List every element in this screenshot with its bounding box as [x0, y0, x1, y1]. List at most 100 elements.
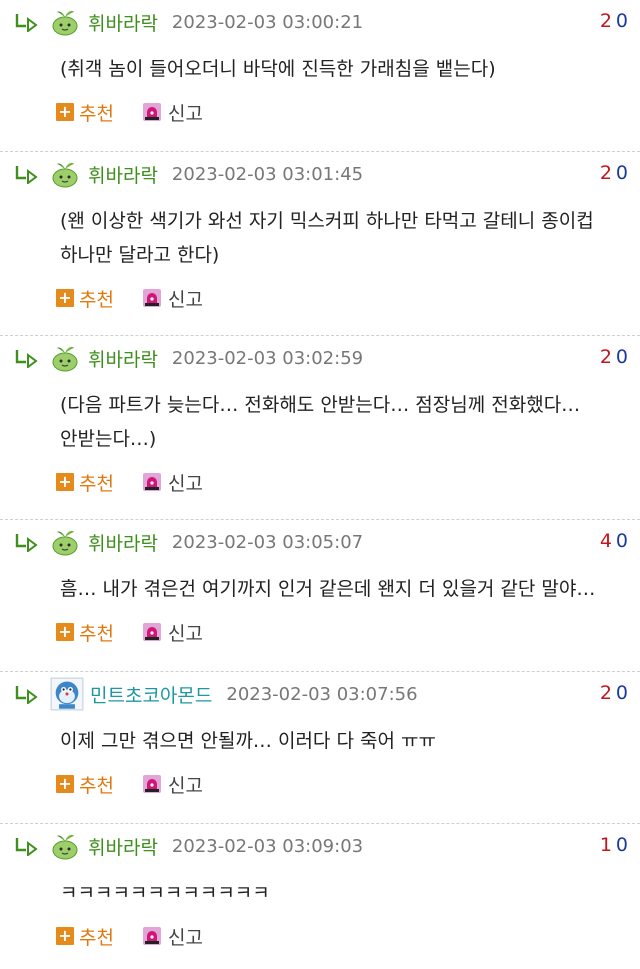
comment-username[interactable]: 휘바라락 — [88, 9, 158, 36]
comment-actions: + 추천 신고 — [14, 456, 640, 508]
comment-header: 휘바라락 2023-02-03 03:00:21 20 — [14, 0, 640, 44]
comment-text: (취객 놈이 들어오더니 바닥에 진득한 가래침을 뱉는다) — [60, 58, 496, 80]
upvote-count: 2 — [599, 10, 612, 32]
report-label: 신고 — [167, 472, 203, 495]
plus-icon: + — [56, 473, 74, 491]
report-label: 신고 — [167, 288, 203, 311]
recommend-label: 추천 — [79, 926, 114, 949]
reply-arrow-icon — [15, 686, 38, 704]
comment-username[interactable]: 휘바라락 — [88, 529, 158, 556]
comment-text: ㅋㅋㅋㅋㅋㅋㅋㅋㅋㅋㅋㅋ — [60, 882, 270, 904]
report-button[interactable]: 신고 — [142, 923, 203, 950]
comment-timestamp: 2023-02-03 03:07:56 — [226, 683, 418, 705]
comment-item: 휘바라락 2023-02-03 03:02:59 20 (다음 파트가 늦는다…… — [0, 336, 640, 520]
recommend-button[interactable]: + 추천 — [56, 771, 114, 798]
comment-header: 휘바라락 2023-02-03 03:09:03 10 — [14, 824, 640, 868]
vote-count: 20 — [600, 162, 628, 184]
comment-header: 민트초코아몬드 2023-02-03 03:07:56 20 — [14, 672, 640, 716]
comment-username[interactable]: 민트초코아몬드 — [90, 681, 212, 708]
comment-header: 휘바라락 2023-02-03 03:05:07 40 — [14, 520, 640, 564]
siren-icon — [142, 473, 161, 491]
plus-icon: + — [56, 289, 74, 307]
comment-header: 휘바라락 2023-02-03 03:01:45 20 — [14, 152, 640, 196]
blue-robot-avatar-icon — [50, 677, 84, 711]
comment-actions: + 추천 신고 — [14, 758, 640, 810]
report-label: 신고 — [167, 102, 203, 125]
plus-icon: + — [56, 927, 74, 945]
comment-actions: + 추천 신고 — [14, 606, 640, 658]
siren-icon — [142, 927, 161, 945]
upvote-count: 4 — [599, 530, 612, 552]
downvote-count: 0 — [615, 834, 628, 856]
siren-icon — [142, 103, 161, 121]
comment-actions: + 추천 신고 — [14, 272, 640, 324]
recommend-label: 추천 — [79, 472, 114, 495]
downvote-count: 0 — [615, 346, 628, 368]
comment-timestamp: 2023-02-03 03:01:45 — [171, 163, 364, 185]
downvote-count: 0 — [615, 682, 628, 704]
downvote-count: 0 — [615, 162, 628, 184]
vote-count: 40 — [600, 530, 628, 552]
comment-text: (다음 파트가 늦는다… 전화해도 안받는다… 점장님께 전화했다… 안받는다…… — [60, 394, 581, 450]
reply-arrow-icon — [15, 14, 38, 32]
comment-timestamp: 2023-02-03 03:09:03 — [171, 835, 364, 857]
recommend-button[interactable]: + 추천 — [56, 619, 114, 646]
recommend-label: 추천 — [79, 288, 114, 311]
reply-arrow-icon — [15, 166, 38, 184]
recommend-button[interactable]: + 추천 — [56, 285, 114, 312]
siren-icon — [142, 289, 161, 307]
comment-timestamp: 2023-02-03 03:05:07 — [171, 531, 364, 553]
plus-icon: + — [56, 775, 74, 793]
comment-item: 휘바라락 2023-02-03 03:01:45 20 (왠 이상한 색기가 와… — [0, 152, 640, 336]
comment-text: 흠… 내가 겪은건 여기까지 인거 같은데 왠지 더 있을거 같단 말야… — [60, 578, 596, 600]
reply-arrow-icon — [15, 350, 38, 368]
recommend-button[interactable]: + 추천 — [56, 469, 114, 496]
report-button[interactable]: 신고 — [142, 619, 203, 646]
vote-count: 10 — [600, 834, 628, 856]
comment-item: 휘바라락 2023-02-03 03:05:07 40 흠… 내가 겪은건 여기… — [0, 520, 640, 672]
report-button[interactable]: 신고 — [142, 469, 203, 496]
comment-text: 이제 그만 겪으면 안될까… 이러다 다 죽어 ㅠㅠ — [60, 730, 436, 752]
vote-count: 20 — [600, 10, 628, 32]
comment-username[interactable]: 휘바라락 — [88, 833, 158, 860]
plus-icon: + — [56, 103, 74, 121]
upvote-count: 1 — [599, 834, 612, 856]
recommend-label: 추천 — [79, 774, 114, 797]
comment-item: 휘바라락 2023-02-03 03:00:21 20 (취객 놈이 들어오더니… — [0, 0, 640, 152]
recommend-label: 추천 — [79, 622, 114, 645]
recommend-label: 추천 — [79, 102, 114, 125]
green-leaf-mascot-icon — [52, 10, 78, 36]
green-leaf-mascot-icon — [52, 530, 78, 556]
recommend-button[interactable]: + 추천 — [56, 923, 114, 950]
comment-actions: + 추천 신고 — [14, 86, 640, 138]
comment-text: (왠 이상한 색기가 와선 자기 믹스커피 하나만 타먹고 갈테니 종이컵 하나… — [60, 210, 594, 266]
comment-item: 민트초코아몬드 2023-02-03 03:07:56 20 이제 그만 겪으면… — [0, 672, 640, 824]
plus-icon: + — [56, 623, 74, 641]
report-button[interactable]: 신고 — [142, 285, 203, 312]
report-button[interactable]: 신고 — [142, 771, 203, 798]
recommend-button[interactable]: + 추천 — [56, 99, 114, 126]
comment-header: 휘바라락 2023-02-03 03:02:59 20 — [14, 336, 640, 380]
comment-timestamp: 2023-02-03 03:02:59 — [171, 347, 364, 369]
comment-actions: + 추천 신고 — [14, 910, 640, 962]
report-label: 신고 — [167, 622, 203, 645]
comment-username[interactable]: 휘바라락 — [88, 161, 158, 188]
green-leaf-mascot-icon — [52, 834, 78, 860]
downvote-count: 0 — [615, 10, 628, 32]
report-button[interactable]: 신고 — [142, 99, 203, 126]
comment-item: 휘바라락 2023-02-03 03:09:03 10 ㅋㅋㅋㅋㅋㅋㅋㅋㅋㅋㅋㅋ… — [0, 824, 640, 969]
siren-icon — [142, 623, 161, 641]
upvote-count: 2 — [599, 162, 612, 184]
reply-arrow-icon — [15, 534, 38, 552]
report-label: 신고 — [167, 774, 203, 797]
siren-icon — [142, 775, 161, 793]
green-leaf-mascot-icon — [52, 346, 78, 372]
reply-arrow-icon — [15, 838, 38, 856]
comment-timestamp: 2023-02-03 03:00:21 — [171, 11, 364, 33]
green-leaf-mascot-icon — [52, 162, 78, 188]
upvote-count: 2 — [599, 682, 612, 704]
vote-count: 20 — [600, 682, 628, 704]
vote-count: 20 — [600, 346, 628, 368]
comment-username[interactable]: 휘바라락 — [88, 345, 158, 372]
downvote-count: 0 — [615, 530, 628, 552]
